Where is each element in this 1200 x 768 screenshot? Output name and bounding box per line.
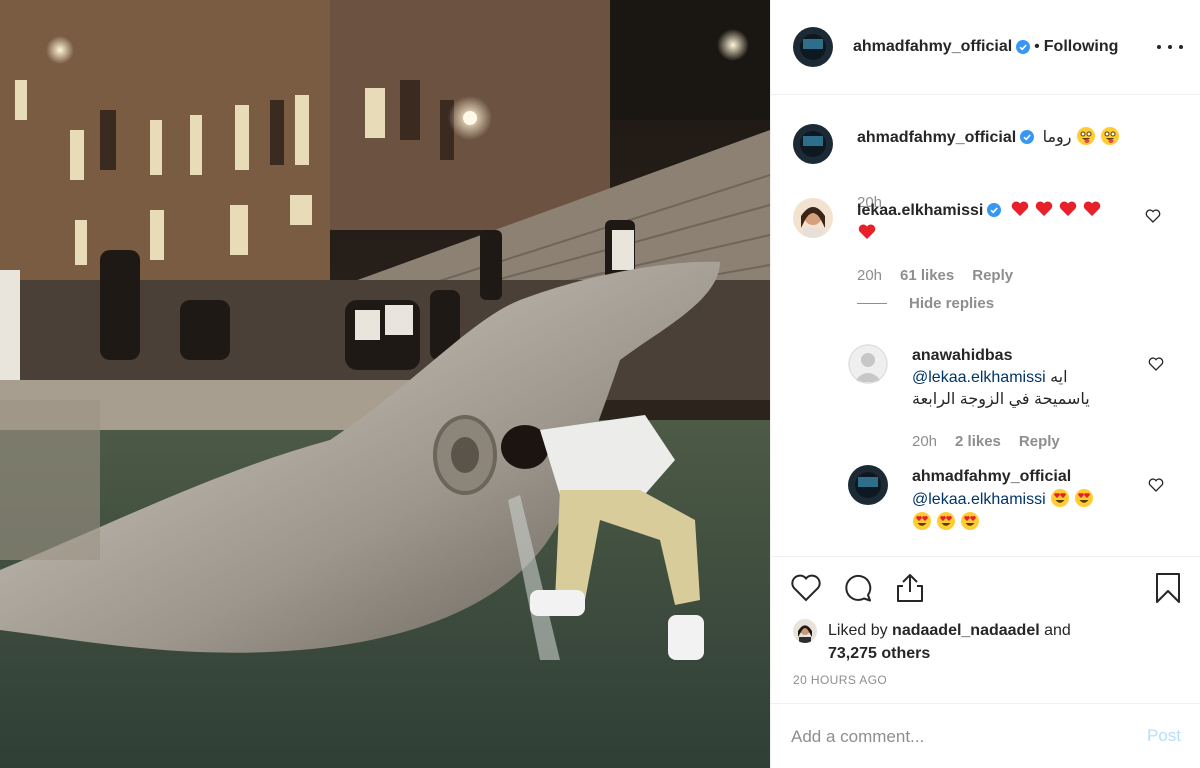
comment-input[interactable]	[791, 724, 1121, 750]
comment-icon[interactable]	[841, 571, 875, 605]
verified-badge-icon	[1016, 40, 1031, 54]
comment-reply-button[interactable]: Reply	[972, 267, 1013, 284]
reply-time[interactable]: 20h	[912, 433, 937, 450]
liker-avatar[interactable]	[793, 619, 817, 643]
reply-reply-button[interactable]: Reply	[1019, 433, 1060, 450]
heart-eyes-emoji	[1074, 489, 1093, 507]
red-heart-emoji	[1011, 201, 1029, 216]
heart-eyes-emoji	[913, 512, 931, 530]
red-heart-emoji	[858, 224, 876, 239]
bookmark-icon[interactable]	[1151, 571, 1185, 605]
liked-by-prefix: Liked by	[828, 622, 888, 639]
reply-username[interactable]: ahmadfahmy_official	[912, 468, 1071, 485]
post-photo-image	[0, 0, 770, 768]
share-icon[interactable]	[893, 571, 927, 605]
reply-mention[interactable]: @lekaa.elkhamissi	[912, 369, 1046, 386]
tongue-wink-emoji	[1076, 127, 1095, 145]
reply-text-line-2: ياسميحة في الزوجة الرابعة	[912, 391, 1090, 408]
heart-eyes-emoji	[1050, 489, 1069, 507]
verified-badge-icon	[987, 203, 1002, 217]
heart-eyes-emoji	[937, 512, 955, 530]
replier-avatar[interactable]	[848, 465, 888, 505]
caption-username[interactable]: ahmadfahmy_official	[857, 129, 1016, 146]
divider	[857, 303, 887, 304]
comment-time[interactable]: 20h	[857, 267, 882, 284]
replier-avatar[interactable]	[848, 344, 888, 384]
caption-text: روما	[1042, 129, 1072, 146]
red-heart-emoji	[1035, 201, 1053, 216]
heart-icon[interactable]	[1145, 208, 1161, 224]
heart-icon[interactable]	[1148, 477, 1164, 493]
reply-username[interactable]: anawahidbas	[912, 347, 1012, 364]
post-panel: ahmadfahmy_official • Following ahmadfah…	[770, 0, 1200, 768]
hide-replies-button[interactable]: Hide replies	[857, 295, 994, 312]
author-username[interactable]: ahmadfahmy_official	[853, 38, 1012, 56]
likes-others[interactable]: 73,275 others	[828, 645, 930, 662]
post-actions: Liked by nadaadel_nadaadel and 73,275 ot…	[771, 556, 1200, 768]
red-heart-emoji	[1083, 201, 1101, 216]
liked-by: Liked by nadaadel_nadaadel and 73,275 ot…	[793, 619, 1183, 665]
comment-likes[interactable]: 61 likes	[900, 267, 954, 284]
post-timestamp[interactable]: 20 HOURS AGO	[793, 673, 887, 687]
red-heart-emoji	[1059, 201, 1077, 216]
following-button[interactable]: Following	[1044, 38, 1119, 56]
post-photo[interactable]	[0, 0, 770, 768]
post-header: ahmadfahmy_official • Following	[771, 0, 1200, 95]
post-comment-button[interactable]: Post	[1147, 726, 1181, 746]
hide-replies-label: Hide replies	[909, 295, 995, 312]
header-separator: •	[1034, 38, 1040, 55]
commenter-avatar[interactable]	[793, 198, 833, 238]
more-options-icon[interactable]	[1157, 34, 1183, 60]
liked-by-user[interactable]: nadaadel_nadaadel	[892, 622, 1040, 639]
reply-mention[interactable]: @lekaa.elkhamissi	[912, 491, 1046, 508]
liked-by-and: and	[1044, 622, 1071, 639]
author-avatar[interactable]	[793, 27, 833, 67]
reply-likes[interactable]: 2 likes	[955, 433, 1001, 450]
heart-eyes-emoji	[961, 512, 979, 530]
comment-username[interactable]: lekaa.elkhamissi	[857, 202, 983, 219]
heart-icon[interactable]	[789, 571, 823, 605]
verified-badge-icon	[1020, 130, 1035, 144]
heart-icon[interactable]	[1148, 356, 1164, 372]
tongue-wink-emoji	[1100, 127, 1119, 145]
comments-list[interactable]: ahmadfahmy_official روما 20h lekaa.elkha…	[771, 96, 1200, 556]
caption-author-avatar[interactable]	[793, 124, 833, 164]
reply-text-line-1: ايه	[1050, 369, 1068, 386]
add-comment-bar: Post	[771, 703, 1200, 768]
